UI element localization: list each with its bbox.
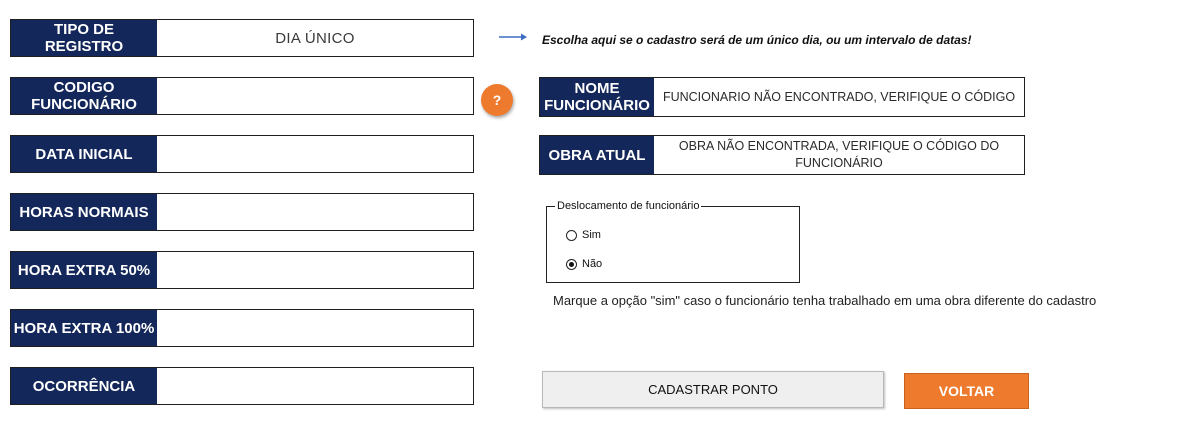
hora-extra-100-field: HORA EXTRA 100% bbox=[10, 309, 474, 347]
tipo-registro-select[interactable]: DIA ÚNICO bbox=[157, 20, 473, 56]
codigo-funcionario-field: CODIGO FUNCIONÁRIO bbox=[10, 77, 474, 115]
nome-funcionario-value: FUNCIONARIO NÃO ENCONTRADO, VERIFIQUE O … bbox=[662, 89, 1016, 104]
deslocamento-note: Marque a opção "sim" caso o funcionário … bbox=[553, 293, 1097, 308]
obra-atual-label: OBRA ATUAL bbox=[540, 136, 654, 174]
horas-normais-label: HORAS NORMAIS bbox=[11, 194, 157, 230]
horas-normais-input[interactable] bbox=[157, 194, 473, 230]
radio-sim-label: Sim bbox=[582, 229, 601, 241]
horas-normais-field: HORAS NORMAIS bbox=[10, 193, 474, 231]
data-inicial-field: DATA INICIAL bbox=[10, 135, 474, 173]
ocorrencia-input[interactable] bbox=[157, 368, 473, 404]
deslocamento-sim-option[interactable]: Sim bbox=[566, 229, 601, 241]
codigo-funcionario-label: CODIGO FUNCIONÁRIO bbox=[11, 78, 157, 114]
nome-funcionario-field: NOME FUNCIONÁRIO FUNCIONARIO NÃO ENCONTR… bbox=[539, 77, 1025, 117]
tipo-registro-label: TIPO DE REGISTRO bbox=[11, 20, 157, 56]
help-button[interactable]: ? bbox=[481, 84, 513, 116]
tipo-registro-field: TIPO DE REGISTRO DIA ÚNICO bbox=[10, 19, 474, 57]
deslocamento-groupbox: Deslocamento de funcionário Sim Não bbox=[546, 200, 800, 283]
obra-atual-field: OBRA ATUAL OBRA NÃO ENCONTRADA, VERIFIQU… bbox=[539, 135, 1025, 175]
hora-extra-100-label: HORA EXTRA 100% bbox=[11, 310, 157, 346]
arrow-right-icon bbox=[499, 33, 527, 41]
deslocamento-nao-option[interactable]: Não bbox=[566, 258, 602, 270]
hora-extra-50-field: HORA EXTRA 50% bbox=[10, 251, 474, 289]
data-inicial-label: DATA INICIAL bbox=[11, 136, 157, 172]
ocorrencia-label: OCORRÊNCIA bbox=[11, 368, 157, 404]
hora-extra-50-label: HORA EXTRA 50% bbox=[11, 252, 157, 288]
radio-sim[interactable] bbox=[566, 229, 577, 241]
voltar-button[interactable]: VOLTAR bbox=[904, 373, 1029, 409]
ocorrencia-field: OCORRÊNCIA bbox=[10, 367, 474, 405]
data-inicial-input[interactable] bbox=[157, 136, 473, 172]
radio-nao-label: Não bbox=[582, 258, 603, 270]
hora-extra-100-input[interactable] bbox=[157, 310, 473, 346]
codigo-funcionario-input[interactable] bbox=[157, 78, 473, 114]
tipo-registro-hint: Escolha aqui se o cadastro será de um ún… bbox=[542, 33, 972, 47]
deslocamento-legend: Deslocamento de funcionário bbox=[555, 200, 702, 212]
hora-extra-50-input[interactable] bbox=[157, 252, 473, 288]
cadastrar-ponto-button[interactable]: CADASTRAR PONTO bbox=[542, 371, 884, 408]
nome-funcionario-label: NOME FUNCIONÁRIO bbox=[540, 78, 654, 116]
radio-nao[interactable] bbox=[566, 258, 577, 270]
obra-atual-value: OBRA NÃO ENCONTRADA, VERIFIQUE O CÓDIGO … bbox=[678, 139, 1000, 170]
